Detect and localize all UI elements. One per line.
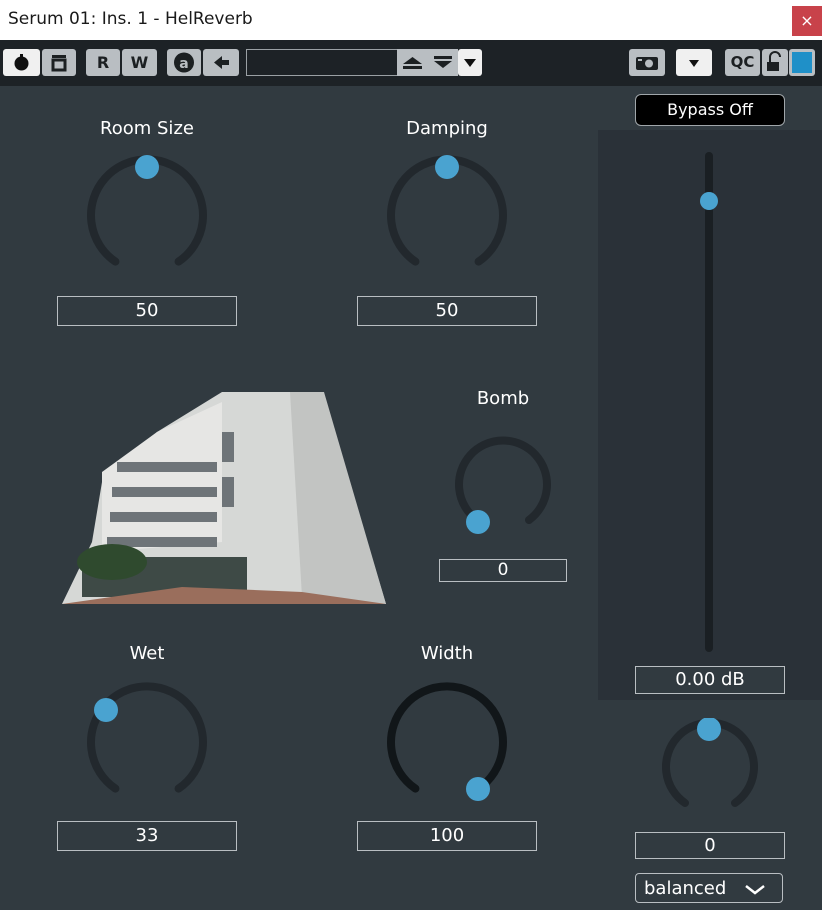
load-preset-button[interactable] — [397, 49, 428, 76]
bypass-button[interactable]: Bypass Off — [635, 94, 785, 126]
room-size-label: Room Size — [100, 118, 194, 139]
wet-label: Wet — [129, 643, 165, 664]
chevron-down-icon — [689, 60, 699, 67]
gain-value[interactable]: 0.00 dB — [635, 666, 785, 694]
insert-icon — [51, 55, 67, 72]
building-image — [62, 392, 386, 604]
options-menu-button[interactable] — [676, 49, 712, 76]
read-automation-button[interactable]: R — [86, 49, 120, 76]
bypass-toggle-button[interactable] — [42, 49, 76, 76]
bomb-label: Bomb — [476, 388, 530, 409]
lock-button[interactable] — [762, 49, 788, 76]
preset-name-field[interactable] — [246, 49, 400, 76]
preset-menu-button[interactable] — [458, 49, 482, 76]
chevron-down-icon — [745, 885, 765, 895]
plugin-toolbar: R W a QC — [0, 40, 822, 86]
close-button[interactable]: × — [792, 6, 822, 36]
room-size-knob[interactable] — [85, 155, 209, 279]
write-automation-button[interactable]: W — [122, 49, 157, 76]
snapshot-button[interactable] — [629, 49, 665, 76]
width-knob[interactable] — [385, 682, 509, 806]
window-title: Serum 01: Ins. 1 - HelReverb — [8, 9, 253, 29]
damping-value[interactable]: 50 — [357, 296, 537, 326]
load-icon — [403, 57, 422, 69]
quick-controls-button[interactable]: QC — [725, 49, 760, 76]
power-icon — [14, 54, 29, 71]
damping-knob[interactable] — [385, 155, 509, 279]
save-icon — [434, 56, 452, 68]
mode-select[interactable]: balanced — [635, 873, 783, 903]
chevron-down-icon — [464, 59, 476, 67]
width-label: Width — [420, 643, 474, 664]
color-swatch-icon — [792, 52, 812, 73]
power-button[interactable] — [3, 49, 40, 76]
damping-label: Damping — [406, 118, 488, 139]
title-bar: Serum 01: Ins. 1 - HelReverb × — [0, 0, 822, 40]
pan-value[interactable]: 0 — [635, 832, 785, 859]
a-circle-icon: a — [174, 52, 194, 73]
lock-icon — [767, 51, 781, 71]
gain-fader-track[interactable] — [705, 152, 713, 652]
arrow-left-icon — [214, 56, 229, 69]
previous-preset-button[interactable] — [203, 49, 239, 76]
color-button[interactable] — [789, 49, 815, 76]
bomb-value[interactable]: 0 — [439, 559, 567, 582]
save-preset-button[interactable] — [428, 49, 458, 76]
gain-fader-handle[interactable] — [700, 192, 718, 210]
wet-value[interactable]: 33 — [57, 821, 237, 851]
mode-select-value: balanced — [644, 878, 727, 899]
wet-knob[interactable] — [85, 682, 209, 806]
room-size-value[interactable]: 50 — [57, 296, 237, 326]
camera-icon — [636, 57, 658, 70]
width-value[interactable]: 100 — [357, 821, 537, 851]
auto-button[interactable]: a — [167, 49, 201, 76]
svg-text:a: a — [179, 56, 188, 72]
pan-knob[interactable] — [660, 718, 760, 818]
bomb-knob[interactable] — [452, 435, 554, 537]
